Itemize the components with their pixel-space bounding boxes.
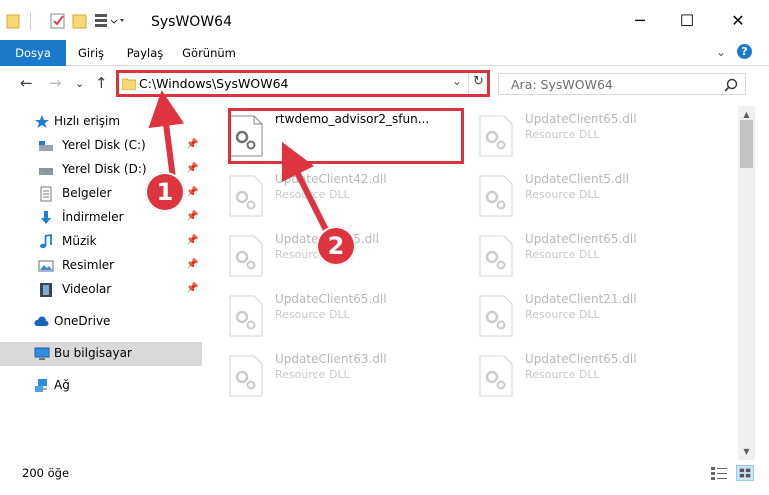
annotation-arrows [148, 90, 333, 240]
callout-2: 2 [316, 226, 356, 266]
callout-1: 1 [145, 172, 185, 212]
arrow-2 [281, 141, 333, 240]
